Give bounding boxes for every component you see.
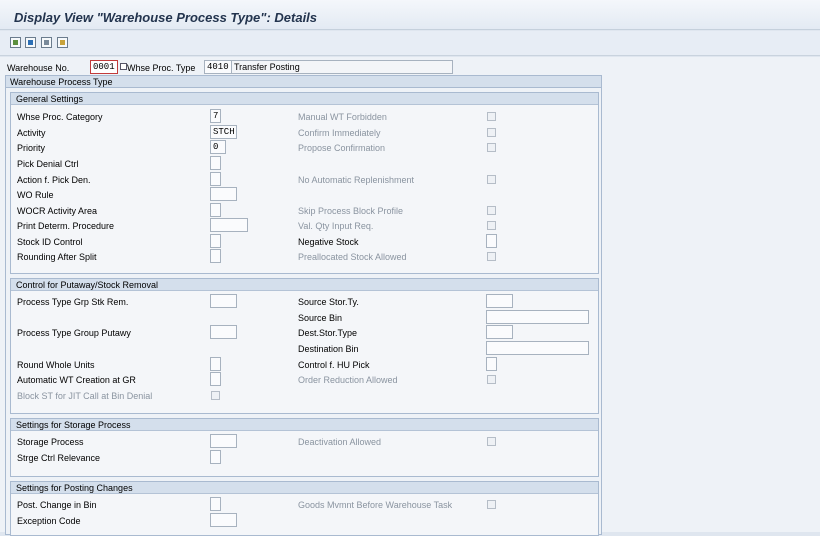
auto-wt-creation-gr-field[interactable]	[210, 372, 221, 386]
propose-confirmation-checkbox[interactable]	[487, 143, 496, 152]
new-entries-icon[interactable]	[10, 37, 21, 48]
whse-proc-category-label: Whse Proc. Category	[17, 112, 103, 122]
round-whole-units-label: Round Whole Units	[17, 360, 95, 370]
no-auto-replenishment-label: No Automatic Replenishment	[298, 175, 415, 185]
post-change-in-bin-label: Post. Change in Bin	[17, 500, 97, 510]
posting-changes-group: Settings for Posting Changes Post. Chang…	[10, 481, 599, 536]
propose-confirmation-label: Propose Confirmation	[298, 143, 386, 153]
negative-stock-field[interactable]	[486, 234, 497, 248]
order-reduction-label: Order Reduction Allowed	[298, 375, 398, 385]
wocr-activity-area-field[interactable]	[210, 203, 221, 217]
no-auto-replenishment-checkbox[interactable]	[487, 175, 496, 184]
wo-rule-field[interactable]	[210, 187, 237, 201]
dest-stor-type-field[interactable]	[486, 325, 513, 339]
print-determ-procedure-field[interactable]	[210, 218, 248, 232]
warehouse-process-type-frame: Warehouse Process Type General Settings …	[5, 75, 602, 536]
whse-proc-type-description: Transfer Posting	[231, 60, 453, 74]
group-title: Settings for Storage Process	[16, 420, 131, 430]
skip-process-block-label: Skip Process Block Profile	[298, 206, 404, 216]
proc-type-grp-stk-rem-label: Process Type Grp Stk Rem.	[17, 297, 129, 307]
group-title: General Settings	[16, 94, 84, 104]
value-help-icon[interactable]	[120, 63, 127, 70]
round-whole-units-field[interactable]	[210, 357, 221, 371]
skip-process-block-checkbox[interactable]	[487, 206, 496, 215]
stock-id-control-field[interactable]	[210, 234, 221, 248]
priority-field[interactable]: 0	[210, 140, 226, 154]
proc-type-grp-stk-rem-field[interactable]	[210, 294, 237, 308]
pick-denial-ctrl-field[interactable]	[210, 156, 221, 170]
destination-bin-field[interactable]	[486, 341, 589, 355]
control-hu-pick-field[interactable]	[486, 357, 497, 371]
warehouse-no-field[interactable]: 0001	[90, 60, 118, 74]
confirm-immediately-label: Confirm Immediately	[298, 128, 381, 138]
destination-bin-label: Destination Bin	[298, 344, 359, 354]
priority-label: Priority	[17, 143, 46, 153]
goods-mvmt-before-task-label: Goods Mvmnt Before Warehouse Task	[298, 500, 453, 510]
title-bar: Display View "Warehouse Process Type": D…	[0, 0, 820, 30]
dest-stor-type-label: Dest.Stor.Type	[298, 328, 358, 338]
storage-process-group: Settings for Storage Process Storage Pro…	[10, 418, 599, 477]
storage-process-label: Storage Process	[17, 437, 84, 447]
general-settings-group: General Settings Whse Proc. Category 7 A…	[10, 92, 599, 274]
main-content: Warehouse No. 0001 Whse Proc. Type 4010 …	[0, 57, 820, 536]
source-bin-field[interactable]	[486, 310, 589, 324]
deactivation-allowed-label: Deactivation Allowed	[298, 437, 382, 447]
post-change-in-bin-field[interactable]	[210, 497, 221, 511]
block-st-jit-label: Block ST for JIT Call at Bin Denial	[17, 391, 153, 401]
source-stor-ty-field[interactable]	[486, 294, 513, 308]
warehouse-no-label: Warehouse No.	[7, 63, 70, 73]
deactivation-allowed-checkbox[interactable]	[487, 437, 496, 446]
action-pick-den-field[interactable]	[210, 172, 221, 186]
val-qty-input-label: Val. Qty Input Req.	[298, 221, 374, 231]
exception-code-field[interactable]	[210, 513, 237, 527]
manual-wt-forbidden-checkbox[interactable]	[487, 112, 496, 121]
stock-id-control-label: Stock ID Control	[17, 237, 83, 247]
order-reduction-checkbox[interactable]	[487, 375, 496, 384]
strge-ctrl-relevance-field[interactable]	[210, 450, 221, 464]
pick-denial-ctrl-label: Pick Denial Ctrl	[17, 159, 79, 169]
activity-label: Activity	[17, 128, 46, 138]
goods-mvmt-before-task-checkbox[interactable]	[487, 500, 496, 509]
application-toolbar	[0, 31, 820, 56]
group-title: Settings for Posting Changes	[16, 483, 133, 493]
source-bin-label: Source Bin	[298, 313, 343, 323]
copy-as-icon[interactable]	[25, 37, 36, 48]
manual-wt-forbidden-label: Manual WT Forbidden	[298, 112, 387, 122]
putaway-stock-removal-group: Control for Putaway/Stock Removal Proces…	[10, 278, 599, 414]
action-pick-den-label: Action f. Pick Den.	[17, 175, 91, 185]
proc-type-grp-putaway-field[interactable]	[210, 325, 237, 339]
delete-icon[interactable]	[41, 37, 52, 48]
rounding-after-split-label: Rounding After Split	[17, 252, 97, 262]
val-qty-input-checkbox[interactable]	[487, 221, 496, 230]
exception-code-label: Exception Code	[17, 516, 81, 526]
window-title: Display View "Warehouse Process Type": D…	[14, 10, 318, 25]
whse-proc-type-field[interactable]: 4010	[204, 60, 232, 74]
negative-stock-label: Negative Stock	[298, 237, 359, 247]
rounding-after-split-field[interactable]	[210, 249, 221, 263]
wo-rule-label: WO Rule	[17, 190, 54, 200]
control-hu-pick-label: Control f. HU Pick	[298, 360, 370, 370]
print-determ-procedure-label: Print Determ. Procedure	[17, 221, 115, 231]
preallocated-stock-checkbox[interactable]	[487, 252, 496, 261]
auto-wt-creation-gr-label: Automatic WT Creation at GR	[17, 375, 136, 385]
whse-proc-category-field[interactable]: 7	[210, 109, 221, 123]
strge-ctrl-relevance-label: Strge Ctrl Relevance	[17, 453, 101, 463]
block-st-jit-checkbox[interactable]	[211, 391, 220, 400]
proc-type-grp-putaway-label: Process Type Group Putawy	[17, 328, 131, 338]
activity-field[interactable]: STCH	[210, 125, 237, 139]
undo-change-icon[interactable]	[57, 37, 68, 48]
source-stor-ty-label: Source Stor.Ty.	[298, 297, 359, 307]
wocr-activity-area-label: WOCR Activity Area	[17, 206, 98, 216]
group-title: Control for Putaway/Stock Removal	[16, 280, 159, 290]
preallocated-stock-label: Preallocated Stock Allowed	[298, 252, 407, 262]
whse-proc-type-label: Whse Proc. Type	[127, 63, 196, 73]
confirm-immediately-checkbox[interactable]	[487, 128, 496, 137]
storage-process-field[interactable]	[210, 434, 237, 448]
frame-title: Warehouse Process Type	[10, 77, 113, 87]
